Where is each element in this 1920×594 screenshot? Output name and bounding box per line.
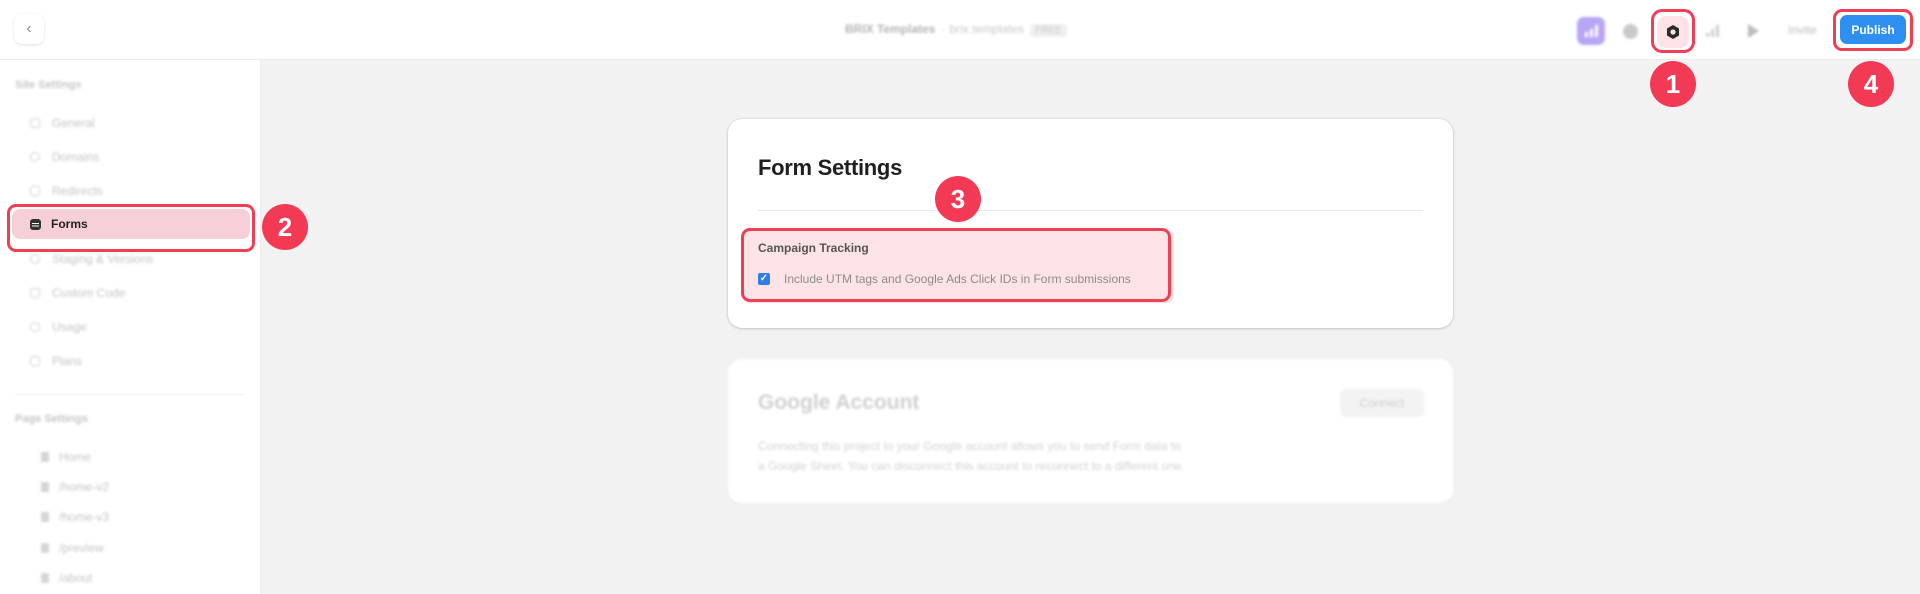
title-separator: · — [940, 22, 945, 36]
sidebar-item-label: Plans — [52, 354, 83, 368]
code-icon — [30, 288, 40, 298]
settings-button[interactable] — [1657, 16, 1689, 48]
settings-icon — [1667, 25, 1679, 39]
sidebar-item-label: Home — [59, 450, 92, 464]
invite-button[interactable]: Invite — [1788, 23, 1817, 37]
page-icon — [30, 118, 40, 128]
annotation-badge-1: 1 — [1650, 61, 1696, 107]
sidebar-page-home-v2[interactable]: /home-v2 — [41, 480, 109, 494]
file-icon — [41, 543, 49, 553]
description-line-2: a Google Sheet. You can disconnect this … — [758, 459, 1185, 473]
connect-button[interactable]: Connect — [1340, 389, 1424, 417]
sidebar-item-staging[interactable]: Staging & Versions — [30, 252, 153, 266]
sidebar-item-label: Staging & Versions — [52, 252, 154, 266]
site-settings-heading: Site Settings — [15, 79, 82, 91]
forms-icon — [30, 218, 41, 230]
google-account-card: Google Account Connect Connecting this p… — [728, 359, 1453, 503]
file-icon — [41, 482, 49, 492]
sidebar-item-label: General — [52, 116, 95, 130]
staging-icon — [30, 254, 40, 264]
utm-checkbox-label[interactable]: Include UTM tags and Google Ads Click ID… — [784, 272, 1131, 286]
sidebar: Site Settings General Domains Redirects … — [0, 60, 261, 594]
globe-icon — [1622, 23, 1638, 39]
project-title: BRIX Templates · brix.templates FREE — [845, 22, 1067, 37]
signal-button[interactable] — [1698, 17, 1726, 45]
sidebar-item-redirects[interactable]: Redirects — [30, 184, 103, 198]
annotation-badge-3: 3 — [935, 176, 981, 222]
page-settings-heading: Page Settings — [15, 413, 88, 425]
sidebar-page-home-v3[interactable]: /home-v3 — [41, 510, 109, 524]
sidebar-page-about[interactable]: /about — [41, 571, 92, 585]
sidebar-item-label: /home-v2 — [59, 480, 110, 494]
form-settings-title: Form Settings — [758, 155, 902, 180]
back-button[interactable]: ‹ — [14, 14, 44, 44]
publish-button[interactable]: Publish — [1840, 15, 1906, 44]
utm-checkbox[interactable]: ✓ — [758, 273, 770, 285]
sidebar-page-home[interactable]: Home — [41, 450, 91, 464]
sidebar-item-label: /about — [59, 571, 93, 585]
globe-button[interactable] — [1616, 17, 1644, 45]
sidebar-item-custom-code[interactable]: Custom Code — [30, 286, 125, 300]
sidebar-item-domains[interactable]: Domains — [30, 150, 99, 164]
google-account-description: Connecting this project to your Google a… — [758, 436, 1238, 476]
play-icon — [1747, 24, 1759, 38]
preview-button[interactable] — [1739, 17, 1767, 45]
sidebar-item-plans[interactable]: Plans — [30, 354, 82, 368]
sidebar-item-label: /home-v3 — [59, 510, 110, 524]
signal-icon — [1705, 25, 1719, 37]
top-bar: ‹ BRIX Templates · brix.templates FREE Invi… — [0, 0, 1920, 60]
campaign-tracking-title: Campaign Tracking — [758, 241, 869, 255]
sidebar-item-label: Domains — [52, 150, 100, 164]
sidebar-page-preview[interactable]: /preview — [41, 541, 104, 555]
file-icon — [41, 512, 49, 522]
plan-badge: FREE — [1030, 24, 1067, 37]
sidebar-item-label: Usage — [52, 320, 87, 334]
sidebar-item-label: /preview — [59, 541, 104, 555]
globe-icon — [30, 152, 40, 162]
annotation-badge-4: 4 — [1848, 61, 1894, 107]
project-name: BRIX Templates — [845, 22, 936, 36]
sidebar-item-label: Forms — [51, 217, 88, 231]
google-account-title: Google Account — [758, 391, 920, 414]
form-settings-card: Form Settings Campaign Tracking ✓ Includ… — [728, 119, 1453, 328]
chevron-left-icon: ‹ — [26, 20, 32, 37]
sidebar-item-general[interactable]: General — [30, 116, 95, 130]
sidebar-divider — [15, 394, 245, 395]
analytics-button[interactable] — [1577, 17, 1605, 45]
card-divider — [758, 210, 1423, 211]
sidebar-item-label: Redirects — [52, 184, 103, 198]
usage-icon — [30, 322, 40, 332]
campaign-tracking-section: Campaign Tracking ✓ Include UTM tags and… — [744, 231, 1174, 303]
sidebar-item-forms[interactable]: Forms — [12, 209, 250, 239]
project-domain: brix.templates — [949, 22, 1025, 36]
plans-icon — [30, 356, 40, 366]
description-line-1: Connecting this project to your Google a… — [758, 439, 1181, 453]
file-icon — [41, 573, 49, 583]
analytics-icon — [1584, 25, 1598, 37]
home-icon — [41, 452, 49, 462]
sidebar-item-usage[interactable]: Usage — [30, 320, 87, 334]
sidebar-item-label: Custom Code — [52, 286, 126, 300]
annotation-badge-2: 2 — [262, 204, 308, 250]
redirect-icon — [30, 186, 40, 196]
check-icon: ✓ — [759, 273, 769, 284]
